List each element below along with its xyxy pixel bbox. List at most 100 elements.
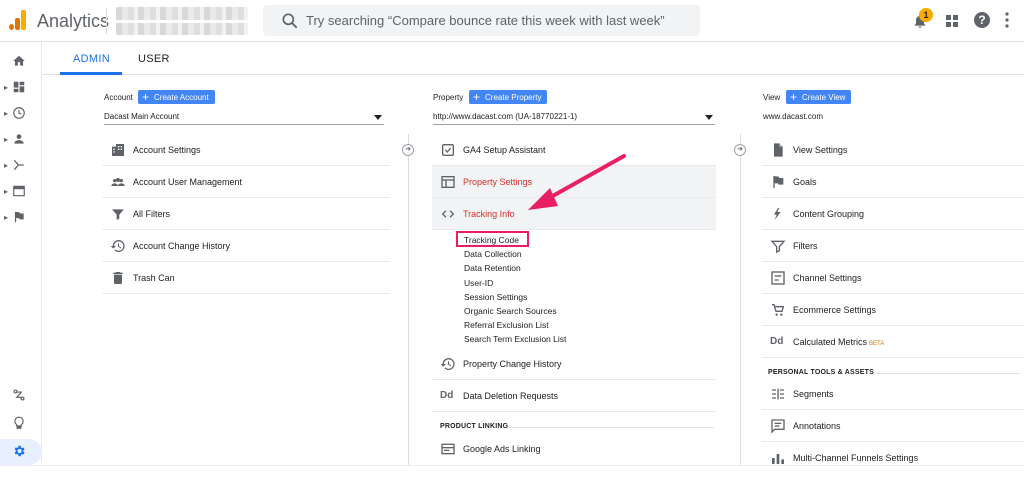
bar-chart-icon	[772, 454, 784, 464]
submenu-data-retention[interactable]: Data Retention	[464, 263, 521, 273]
menu-label: Segments	[793, 389, 834, 399]
submenu-referral-exclusion-list[interactable]: Referral Exclusion List	[464, 320, 549, 330]
nav-acquisition[interactable]: ▸	[0, 154, 42, 178]
menu-annotations[interactable]: Annotations	[762, 410, 1024, 442]
search-icon	[282, 13, 298, 29]
nav-attribution[interactable]	[0, 384, 42, 408]
nav-admin[interactable]	[0, 440, 42, 464]
admin-tabs: ADMIN USER	[42, 42, 1024, 75]
submenu-user-id[interactable]: User-ID	[464, 278, 493, 288]
menu-goals[interactable]: Goals	[762, 166, 1024, 198]
section-divider	[510, 427, 714, 428]
view-header-label: View	[763, 93, 781, 102]
behavior-icon	[13, 185, 25, 197]
nav-discover[interactable]	[0, 412, 42, 436]
menu-view-settings[interactable]: View Settings	[762, 134, 1024, 166]
menu-account-user-management[interactable]: Account User Management	[102, 166, 390, 198]
menu-trash-can[interactable]: Trash Can	[102, 262, 390, 294]
menu-label: Multi-Channel Funnels Settings	[793, 453, 919, 463]
submenu-tracking-code[interactable]: Tracking Code	[464, 235, 519, 245]
column-divider	[740, 134, 741, 465]
person-icon	[14, 134, 24, 144]
menu-filters[interactable]: Filters	[762, 230, 1024, 262]
menu-label: Ecommerce Settings	[793, 305, 877, 315]
menu-property-change-history[interactable]: Property Change History	[432, 348, 716, 380]
menu-label: Account Change History	[133, 241, 231, 251]
menu-google-ads-linking[interactable]: Google Ads Linking	[432, 433, 716, 465]
flag-icon	[14, 211, 24, 223]
expand-arrow-icon: ▸	[4, 83, 9, 92]
menu-account-settings[interactable]: Account Settings	[102, 134, 390, 166]
person-walk-icon	[774, 208, 781, 220]
segments-icon	[772, 388, 784, 400]
property-select-value: http://www.dacast.com (UA-18770221-1)	[433, 112, 578, 121]
account-selector-blurred[interactable]	[116, 7, 248, 35]
submenu-session-settings[interactable]: Session Settings	[464, 292, 527, 302]
window-icon	[441, 176, 455, 188]
nav-realtime[interactable]: ▸	[0, 102, 42, 126]
menu-calculated-metrics[interactable]: Dd Calculated Metrics BETA	[762, 326, 1024, 358]
apps-grid-icon[interactable]	[946, 15, 958, 27]
checkbox-icon	[442, 144, 454, 156]
create-property-button[interactable]: + Create Property	[469, 90, 548, 104]
expand-arrow-icon: ▸	[4, 161, 9, 170]
menu-data-deletion-requests[interactable]: Dd Data Deletion Requests	[432, 380, 716, 412]
nav-conversions[interactable]: ▸	[0, 206, 42, 230]
submenu-search-term-exclusion-list[interactable]: Search Term Exclusion List	[464, 334, 566, 344]
create-view-button[interactable]: + Create View	[786, 90, 852, 104]
menu-label: Goals	[793, 177, 817, 187]
search-bar[interactable]: Try searching “Compare bounce rate this …	[263, 5, 700, 36]
more-vert-icon[interactable]	[1005, 12, 1009, 28]
nav-customization[interactable]: ▸	[0, 76, 42, 100]
dd-icon: Dd	[770, 336, 784, 347]
view-select[interactable]: www.dacast.com	[763, 111, 1020, 125]
menu-all-filters[interactable]: All Filters	[102, 198, 390, 230]
nav-home[interactable]	[0, 50, 42, 74]
attribution-icon	[13, 389, 25, 401]
expand-arrow-icon: ▸	[4, 135, 9, 144]
create-account-label: Create Account	[154, 93, 209, 102]
create-account-button[interactable]: + Create Account	[138, 90, 215, 104]
menu-content-grouping[interactable]: Content Grouping	[762, 198, 1024, 230]
property-select[interactable]: http://www.dacast.com (UA-18770221-1)	[433, 111, 715, 125]
account-select-value: Dacast Main Account	[104, 112, 180, 121]
nav-audience[interactable]: ▸	[0, 128, 42, 152]
menu-label: Property Change History	[463, 359, 562, 369]
menu-label: Trash Can	[133, 273, 175, 283]
dropdown-caret-icon	[705, 115, 713, 120]
menu-label: Data Deletion Requests	[463, 391, 559, 401]
account-header-label: Account	[104, 93, 133, 102]
tab-user[interactable]: USER	[138, 53, 170, 65]
menu-label: Tracking Info	[463, 209, 515, 219]
account-select[interactable]: Dacast Main Account	[104, 111, 384, 125]
submenu-data-collection[interactable]: Data Collection	[464, 249, 522, 259]
menu-label: Account Settings	[133, 145, 201, 155]
menu-segments[interactable]: Segments	[762, 378, 1024, 410]
nav-behavior[interactable]: ▸	[0, 180, 42, 204]
calculated-metrics-label: Calculated Metrics	[793, 337, 868, 347]
left-nav-rail: ▸ ▸ ▸ ▸ ▸ ▸	[0, 42, 42, 465]
expand-arrow-icon: ▸	[4, 213, 9, 222]
menu-account-change-history[interactable]: Account Change History	[102, 230, 390, 262]
divider	[106, 8, 107, 34]
cart-icon	[772, 304, 785, 316]
section-product-linking: PRODUCT LINKING	[440, 423, 509, 430]
column-divider	[408, 134, 409, 465]
app-title: Analytics	[37, 11, 110, 31]
expand-arrow-icon: ▸	[4, 109, 9, 118]
menu-ecommerce-settings[interactable]: Ecommerce Settings	[762, 294, 1024, 326]
help-icon[interactable]: ?	[974, 12, 990, 28]
people-icon	[111, 178, 125, 186]
expand-arrow-icon: ▸	[4, 187, 9, 196]
menu-channel-settings[interactable]: Channel Settings	[762, 262, 1024, 294]
analytics-logo-icon[interactable]	[9, 10, 27, 30]
property-header-label: Property	[433, 93, 464, 102]
tab-admin[interactable]: ADMIN	[73, 53, 110, 65]
column-arrow-icon: ➜	[734, 144, 746, 156]
menu-multi-channel-funnels-settings[interactable]: Multi-Channel Funnels Settings	[762, 442, 1024, 465]
gear-icon	[14, 445, 25, 457]
menu-label: Calculated Metrics BETA	[793, 337, 884, 347]
top-bar: Analytics Try searching “Compare bounce …	[0, 0, 1024, 42]
section-personal-tools: PERSONAL TOOLS & ASSETS	[768, 369, 874, 376]
submenu-organic-search-sources[interactable]: Organic Search Sources	[464, 306, 557, 316]
